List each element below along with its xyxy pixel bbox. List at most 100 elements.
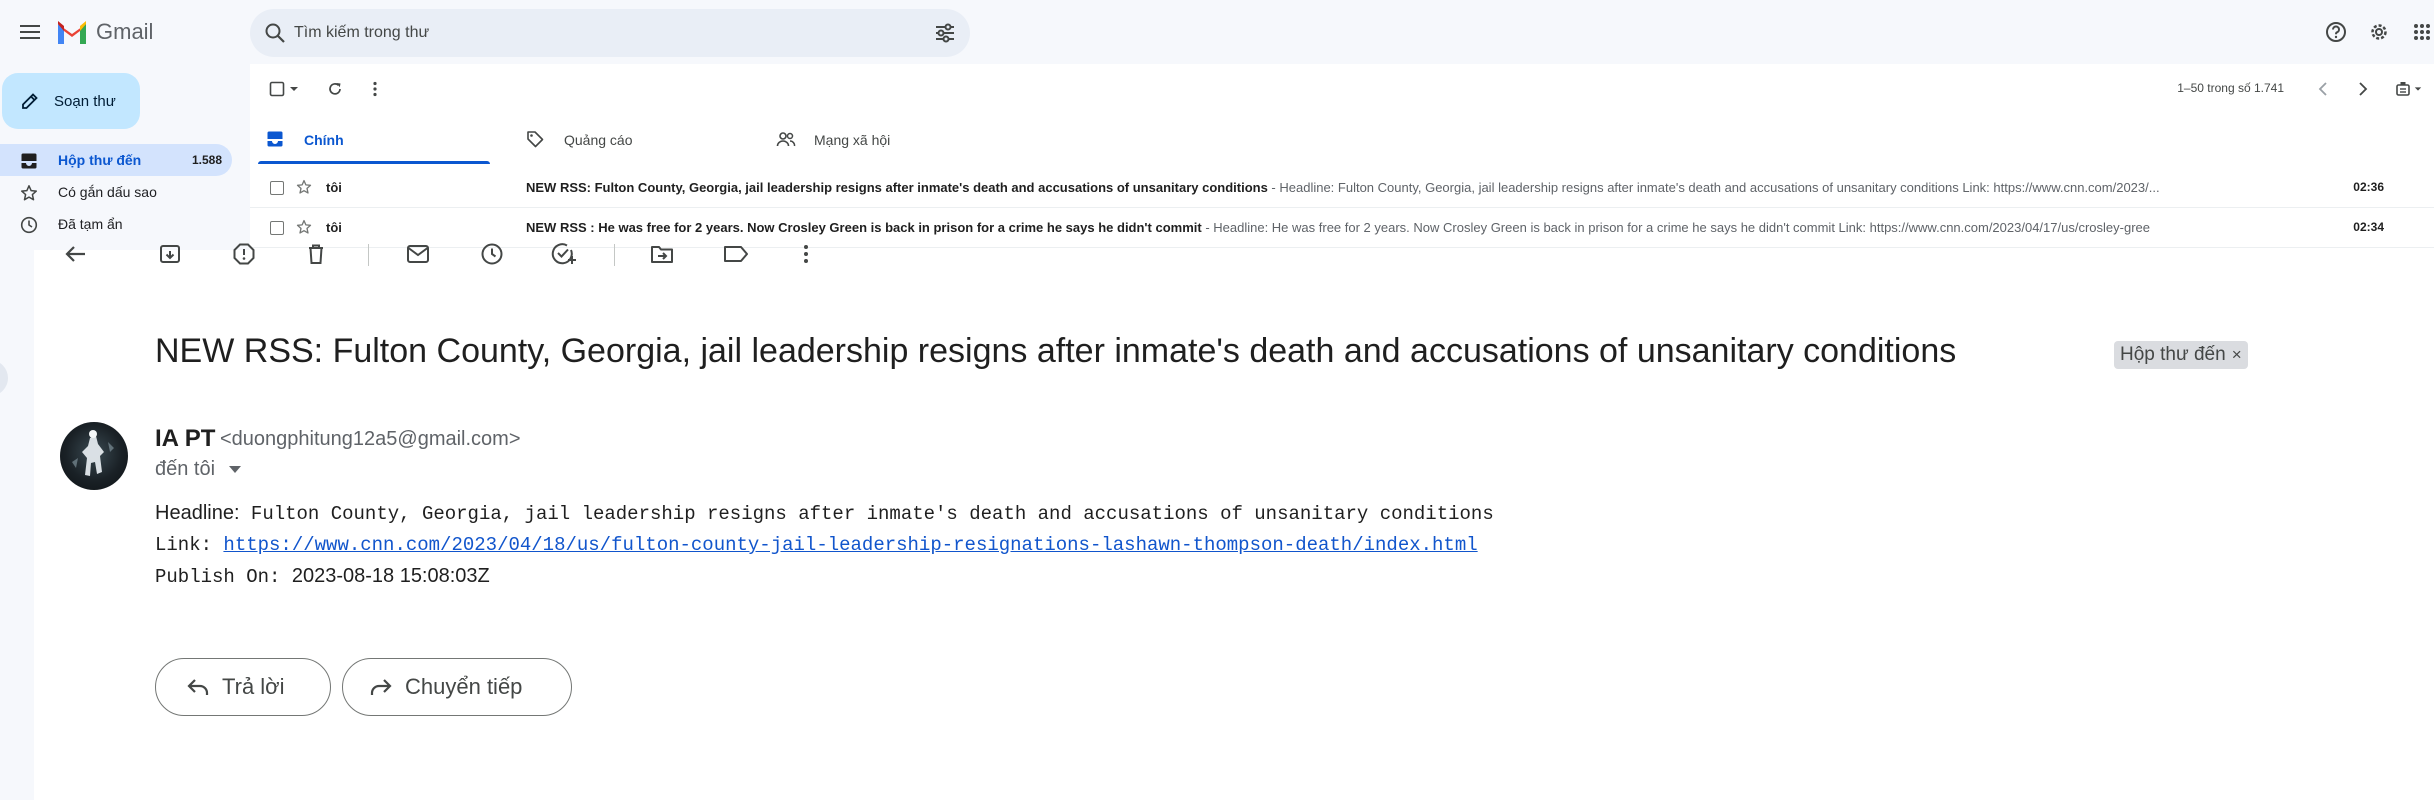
archive-button[interactable]: [156, 240, 184, 268]
sidebar-item-starred[interactable]: Có gắn dấu sao: [0, 176, 232, 208]
reply-icon: [186, 677, 210, 697]
support-button[interactable]: [2324, 20, 2348, 44]
left-rail: [0, 250, 34, 800]
gmail-logo[interactable]: Gmail: [56, 18, 153, 46]
rail-handle[interactable]: [0, 360, 8, 396]
refresh-button[interactable]: [324, 78, 346, 100]
search-options-icon[interactable]: [934, 22, 956, 44]
label-chip-text: Hộp thư đến: [2120, 344, 2226, 365]
unread-count: 1.588: [191, 153, 222, 167]
newer-button[interactable]: [2312, 78, 2334, 100]
tab-label: Quảng cáo: [564, 132, 633, 148]
select-all-button[interactable]: [266, 78, 302, 100]
trash-icon: [309, 244, 323, 264]
row-time: 02:34: [2353, 220, 2384, 234]
row-sender: tôi: [326, 180, 342, 195]
article-link[interactable]: https://www.cnn.com/2023/04/18/us/fulton…: [223, 534, 1477, 556]
star-icon: [20, 185, 38, 201]
row-checkbox[interactable]: [270, 181, 284, 195]
google-apps-button[interactable]: [2410, 20, 2434, 44]
chevron-right-icon: [2359, 82, 2368, 96]
keyboard-icon: [2396, 82, 2410, 96]
row-checkbox[interactable]: [270, 221, 284, 235]
avatar[interactable]: [60, 422, 128, 490]
add-task-icon: [551, 243, 576, 265]
back-button[interactable]: [62, 240, 90, 268]
compose-label: Soạn thư: [54, 92, 116, 110]
publish-label: Publish On:: [155, 566, 292, 588]
remove-label-icon[interactable]: ×: [2232, 345, 2242, 365]
row-content: NEW RSS : He was free for 2 years. Now C…: [526, 220, 2316, 235]
move-to-button[interactable]: [648, 240, 676, 268]
search-bar[interactable]: [250, 9, 970, 57]
body-link-line: Link: https://www.cnn.com/2023/04/18/us/…: [155, 534, 1478, 556]
chevron-left-icon: [2318, 82, 2327, 96]
forward-button[interactable]: Chuyển tiếp: [342, 658, 572, 716]
mark-unread-button[interactable]: [404, 240, 432, 268]
sidebar-item-label: Có gắn dấu sao: [58, 184, 157, 200]
sender-name: IA PT: [155, 425, 216, 452]
apps-grid-icon: [2414, 24, 2430, 40]
body-publish-line: Publish On: 2023-08-18 15:08:03Z: [155, 565, 490, 588]
headline-text: Fulton County, Georgia, jail leadership …: [239, 503, 1494, 525]
gmail-window: Gmail Soạn thư: [0, 0, 2434, 800]
sidebar-item-inbox[interactable]: Hộp thư đến 1.588: [0, 144, 232, 176]
more-options-button[interactable]: [792, 240, 820, 268]
sidebar-item-label: Đã tạm ẩn: [58, 216, 123, 232]
sidebar-item-snoozed[interactable]: Đã tạm ẩn: [0, 208, 232, 240]
inbox-label-chip[interactable]: Hộp thư đến ×: [2114, 341, 2248, 369]
search-input[interactable]: [294, 21, 894, 45]
tab-primary[interactable]: Chính: [250, 116, 490, 164]
label-icon: [724, 246, 748, 262]
list-toolbar: 1–50 trong số 1.741: [250, 64, 2434, 112]
labels-button[interactable]: [722, 240, 750, 268]
tab-label: Mạng xã hội: [814, 132, 891, 148]
tab-label: Chính: [304, 132, 344, 148]
more-actions-button[interactable]: [364, 78, 386, 100]
star-icon[interactable]: [296, 179, 312, 195]
settings-button[interactable]: [2367, 20, 2391, 44]
pagination-text: 1–50 trong số 1.741: [2177, 81, 2284, 95]
move-folder-icon: [651, 246, 673, 263]
search-icon[interactable]: [264, 22, 286, 44]
toolbar-divider: [368, 244, 369, 266]
row-snippet: - Headline: He was free for 2 years. Now…: [1201, 220, 2150, 235]
reply-label: Trả lời: [222, 674, 285, 699]
delete-button[interactable]: [302, 240, 330, 268]
more-vert-icon: [804, 245, 808, 263]
forward-label: Chuyển tiếp: [405, 674, 523, 699]
row-subject: NEW RSS : He was free for 2 years. Now C…: [526, 220, 1202, 235]
tab-promotions[interactable]: Quảng cáo: [510, 116, 750, 164]
clock-icon: [481, 243, 503, 265]
help-icon: [2326, 22, 2346, 42]
main-menu-button[interactable]: [16, 18, 44, 46]
snooze-button[interactable]: [478, 240, 506, 268]
star-icon[interactable]: [296, 219, 312, 235]
compose-button[interactable]: Soạn thư: [2, 73, 140, 129]
row-snippet: - Headline: Fulton County, Georgia, jail…: [1267, 180, 2160, 195]
reply-button[interactable]: Trả lời: [155, 658, 331, 716]
link-label: Link:: [155, 534, 224, 556]
add-to-tasks-button[interactable]: [550, 240, 578, 268]
inbox-icon: [267, 131, 283, 147]
mail-icon: [407, 245, 429, 263]
show-details-icon[interactable]: [228, 465, 242, 475]
message-reader: NEW RSS: Fulton County, Georgia, jail le…: [34, 243, 2434, 800]
more-vert-icon: [373, 81, 377, 97]
hamburger-icon: [20, 25, 40, 39]
row-time: 02:36: [2353, 180, 2384, 194]
row-subject: NEW RSS: Fulton County, Georgia, jail le…: [526, 180, 1268, 195]
sidebar-item-label: Hộp thư đến: [58, 152, 142, 168]
chevron-down-icon: [2414, 87, 2422, 91]
left-sidebar: Soạn thư Hộp thư đến 1.588 Có gắn dấu sa…: [0, 64, 250, 250]
older-button[interactable]: [2352, 78, 2374, 100]
report-spam-icon: [233, 243, 255, 265]
report-spam-button[interactable]: [230, 240, 258, 268]
input-tools-button[interactable]: [2392, 78, 2426, 100]
clock-icon: [20, 216, 38, 234]
tab-social[interactable]: Mạng xã hội: [760, 116, 1000, 164]
people-icon: [776, 132, 796, 147]
headline-label: Headline:: [155, 502, 240, 524]
mail-row[interactable]: tôi NEW RSS: Fulton County, Georgia, jai…: [250, 168, 2434, 208]
chevron-down-icon: [290, 87, 298, 91]
